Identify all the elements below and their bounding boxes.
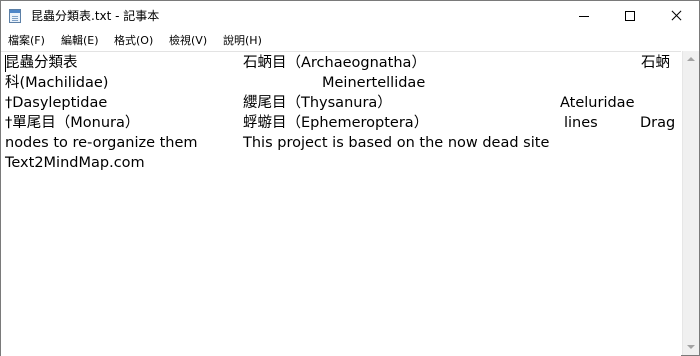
menu-format[interactable]: 格式(O) (114, 33, 153, 49)
text-line: †單尾目（Monura） 蜉蝣目（Ephemeroptera） lines Dr… (5, 113, 675, 133)
text-segment: †Dasyleptidae (5, 95, 108, 111)
text-line: 昆蟲分類表 石蛃目（Archaeognatha） 石蛃 (5, 53, 670, 73)
menu-edit[interactable]: 編輯(E) (61, 33, 99, 49)
close-button[interactable] (653, 1, 699, 31)
text-editor[interactable]: 昆蟲分類表 石蛃目（Archaeognatha） 石蛃 科(Machilidae… (1, 51, 681, 356)
text-segment: This project is based on the now dead si… (243, 135, 550, 151)
text-segment: Drag (640, 115, 676, 131)
text-segment: Text2MindMap.com (5, 155, 145, 171)
vertical-scrollbar[interactable] (682, 51, 699, 355)
text-segment: lines (564, 115, 598, 131)
scroll-down-arrow-icon[interactable] (683, 338, 699, 355)
notepad-icon[interactable] (9, 9, 21, 23)
scroll-up-arrow-icon[interactable] (683, 51, 699, 68)
menu-file[interactable]: 檔案(F) (8, 33, 45, 49)
text-segment: Meinertellidae (322, 75, 426, 91)
menu-bar: 檔案(F) 編輯(E) 格式(O) 檢視(V) 說明(H) (1, 31, 699, 51)
menu-help[interactable]: 說明(H) (223, 33, 262, 49)
maximize-button[interactable] (607, 1, 653, 31)
text-segment: 科(Machilidae) (5, 75, 109, 91)
text-line: †Dasyleptidae 纓尾目（Thysanura） Ateluridae (5, 93, 635, 113)
text-segment: †單尾目（Monura） (5, 115, 140, 131)
text-line: nodes to re-organize them This project i… (5, 133, 549, 153)
text-segment: 石蛃目（Archaeognatha） (243, 55, 426, 71)
notepad-window: 昆蟲分類表.txt - 記事本 檔案(F) 編輯(E) 格式(O) 檢視(V) … (0, 0, 700, 356)
title-bar[interactable]: 昆蟲分類表.txt - 記事本 (1, 1, 699, 31)
minimize-button[interactable] (561, 1, 607, 31)
text-segment: 石蛃 (641, 55, 670, 71)
text-segment: 纓尾目（Thysanura） (243, 95, 392, 111)
text-segment: 昆蟲分類表 (5, 55, 78, 71)
text-segment: 蜉蝣目（Ephemeroptera） (243, 115, 429, 131)
text-segment: nodes to re-organize them (5, 135, 198, 151)
text-line: Text2MindMap.com (5, 153, 145, 173)
text-segment: Ateluridae (560, 95, 635, 111)
window-title: 昆蟲分類表.txt - 記事本 (31, 9, 160, 23)
menu-view[interactable]: 檢視(V) (169, 33, 207, 49)
text-line: 科(Machilidae) Meinertellidae (5, 73, 425, 93)
